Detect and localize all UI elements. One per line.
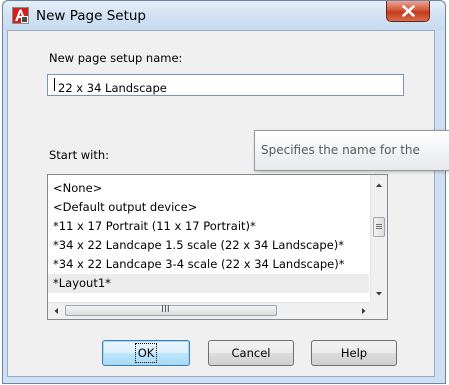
cancel-button-label: Cancel [231, 346, 271, 360]
name-label: New page setup name: [49, 51, 183, 65]
name-tooltip: Specifies the name for the [254, 130, 449, 171]
dialog-title: New Page Setup [36, 8, 147, 24]
tooltip-text: Specifies the name for the [261, 143, 420, 157]
cancel-button[interactable]: Cancel [208, 340, 294, 366]
list-item[interactable]: *11 x 17 Portrait (11 x 17 Portrait)* [48, 217, 369, 236]
list-item[interactable]: *34 x 22 Landcape 1.5 scale (22 x 34 Lan… [48, 236, 369, 255]
title-bar[interactable]: New Page Setup [3, 1, 445, 31]
help-button-label: Help [340, 346, 368, 360]
thumb-grip-icon [376, 224, 382, 229]
close-button[interactable] [386, 1, 430, 22]
close-x-icon [402, 5, 415, 17]
start-with-label: Start with: [49, 148, 110, 162]
scroll-up-arrow-icon[interactable] [371, 177, 387, 194]
text-caret [54, 78, 55, 91]
scroll-left-arrow-icon[interactable] [48, 303, 65, 319]
thumb-grip-text: III [161, 304, 170, 315]
horizontal-scroll-thumb[interactable]: III [65, 304, 277, 316]
list-item[interactable]: <None> [48, 179, 369, 198]
ok-button[interactable]: OK [102, 340, 190, 366]
name-input-value: 22 x 34 Landscape [53, 78, 167, 95]
ok-button-label: OK [134, 343, 158, 363]
start-with-list[interactable]: <None> <Default output device> *11 x 17 … [47, 174, 388, 320]
page-setup-name-input[interactable]: 22 x 34 Landscape [47, 74, 404, 96]
list-item[interactable]: *34 x 22 Landcape 3-4 scale (22 x 34 Lan… [48, 255, 369, 274]
help-button[interactable]: Help [311, 340, 397, 366]
vertical-scrollbar[interactable] [370, 175, 387, 302]
list-item[interactable]: <Default output device> [48, 198, 369, 217]
horizontal-scrollbar[interactable]: III [48, 302, 372, 319]
autocad-app-icon [12, 7, 29, 24]
list-item-selected[interactable]: *Layout1* [48, 274, 369, 293]
scroll-corner [370, 300, 387, 319]
vertical-scroll-thumb[interactable] [373, 217, 385, 237]
